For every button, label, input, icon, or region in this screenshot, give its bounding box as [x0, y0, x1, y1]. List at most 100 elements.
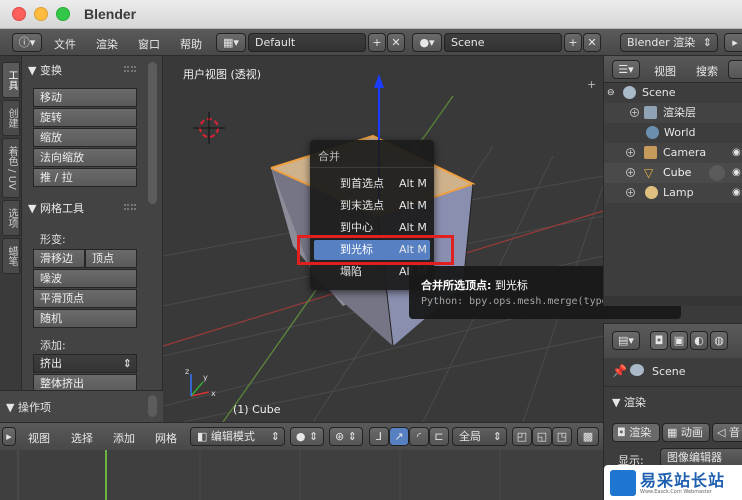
drag-handle-icon[interactable]	[124, 204, 136, 210]
eye-icon[interactable]: ◉	[732, 143, 741, 163]
vertex-select-button[interactable]: ◰	[512, 427, 532, 446]
screen-layout-button[interactable]: ▦▾	[216, 33, 246, 52]
tab-options[interactable]: 选项	[2, 200, 20, 236]
scale-manipulator-button[interactable]: ⊏	[429, 427, 449, 446]
close-window-button[interactable]	[12, 7, 26, 21]
tab-grease-pencil[interactable]: 蜡笔	[2, 238, 20, 274]
properties-editor-type-button[interactable]: ▤▾	[612, 331, 640, 350]
modifier-icon[interactable]	[709, 165, 725, 181]
scene-selector-button[interactable]: ●▾	[412, 33, 442, 52]
merge-at-first-item[interactable]: 到首选点 Alt M	[314, 174, 430, 194]
manipulator-toggle[interactable]: ⅃	[369, 427, 389, 446]
outliner-row-camera[interactable]: + Camera ◉	[604, 143, 742, 163]
menu-file[interactable]: 文件	[54, 36, 76, 52]
smooth-vertex-button[interactable]: 平滑顶点	[33, 289, 137, 308]
menu-view[interactable]: 视图	[28, 430, 50, 446]
pin-icon[interactable]: 📌	[612, 364, 627, 378]
shrink-fatten-button[interactable]: 法向缩放	[33, 148, 137, 167]
slide-vertex-button[interactable]: 顶点	[85, 249, 137, 268]
operator-panel-header[interactable]: ▼ 操作项	[6, 399, 51, 415]
shading-select[interactable]: ● ⇕	[290, 427, 324, 446]
outliner-row-lamp[interactable]: + Lamp ◉	[604, 183, 742, 203]
occlude-geometry-button[interactable]: ▩	[577, 427, 599, 446]
render-panel-header[interactable]: ▼ 渲染	[612, 394, 646, 410]
menu-item-label: 到首选点	[340, 177, 384, 190]
outliner-display-mode-button[interactable]	[728, 60, 742, 79]
menu-help[interactable]: 帮助	[180, 36, 202, 52]
noise-button[interactable]: 噪波	[33, 269, 137, 288]
timeline-area[interactable]	[0, 450, 603, 500]
rotate-manipulator-button[interactable]: ◜	[409, 427, 429, 446]
scene-field[interactable]: Scene	[444, 33, 562, 52]
menu-mesh[interactable]: 网格	[155, 430, 177, 446]
outliner-menu-view[interactable]: 视图	[654, 63, 676, 79]
drag-handle-icon[interactable]	[124, 66, 136, 72]
maximize-window-button[interactable]	[56, 7, 70, 21]
tab-create[interactable]: 创建	[2, 100, 20, 136]
expand-icon[interactable]: +	[626, 148, 635, 157]
push-pull-button[interactable]: 推 / 拉	[33, 168, 137, 187]
tool-shelf-scrollbar[interactable]	[148, 62, 157, 204]
outliner-scrollbar[interactable]	[604, 296, 742, 306]
z-manipulator-arrow-icon[interactable]	[374, 74, 384, 88]
outliner-editor-type-button[interactable]: ☰▾	[612, 60, 640, 79]
face-select-icon: ◳	[556, 430, 568, 443]
render-engine-select[interactable]: Blender 渲染 ⇕	[620, 33, 718, 52]
delete-scene-button[interactable]: ✕	[583, 33, 601, 52]
extrude-value: 挤出	[40, 357, 62, 370]
render-layers-context-button[interactable]: ▣	[670, 331, 688, 350]
menu-add[interactable]: 添加	[113, 430, 135, 446]
render-engine-label: Blender 渲染	[627, 36, 696, 49]
close-icon: ✕	[587, 36, 597, 49]
properties-icon: ▤▾	[618, 334, 634, 347]
world-context-button[interactable]: ◍	[710, 331, 728, 350]
face-select-button[interactable]: ◳	[552, 427, 572, 446]
mode-select[interactable]: ◧ 编辑模式 ⇕	[190, 427, 285, 446]
merge-at-last-item[interactable]: 到末选点 Alt M	[314, 196, 430, 216]
minimize-window-button[interactable]	[34, 7, 48, 21]
viewport-expand-icon[interactable]: +	[587, 78, 596, 91]
menu-render[interactable]: 渲染	[96, 36, 118, 52]
expand-icon[interactable]: +	[626, 168, 635, 177]
extrude-select[interactable]: 挤出 ⇕	[33, 354, 137, 373]
randomize-button[interactable]: 随机	[33, 309, 137, 328]
pivot-select[interactable]: ⊛ ⇕	[329, 427, 363, 446]
eye-icon[interactable]: ◉	[732, 183, 741, 203]
scene-context-button[interactable]: ◐	[690, 331, 708, 350]
more-button[interactable]: ▸	[724, 33, 742, 52]
editor-type-info-button[interactable]: ⓘ▾	[12, 33, 42, 52]
layout-field[interactable]: Default	[248, 33, 366, 52]
outliner-menu-search[interactable]: 搜索	[696, 63, 718, 79]
collapse-arrow-icon: ▼	[6, 401, 18, 414]
edge-select-button[interactable]: ◱	[532, 427, 552, 446]
operator-scrollbar[interactable]	[148, 395, 157, 417]
menu-select[interactable]: 选择	[71, 430, 93, 446]
animation-button[interactable]: ▦ 动画	[662, 423, 710, 442]
add-layout-button[interactable]: +	[368, 33, 386, 52]
render-context-button[interactable]: ◘	[650, 331, 668, 350]
expand-icon[interactable]: +	[630, 108, 639, 117]
transform-orientation-select[interactable]: 全局 ⇕	[452, 427, 507, 446]
expand-icon[interactable]: +	[626, 188, 635, 197]
outliner-row-render-layer[interactable]: + 渲染层	[604, 103, 742, 123]
translate-manipulator-button[interactable]: ↗	[389, 427, 409, 446]
outliner-row-scene[interactable]: ⊖ Scene	[604, 83, 742, 103]
transform-panel-header[interactable]: ▼ 变换	[28, 62, 62, 78]
move-button[interactable]: 移动	[33, 88, 137, 107]
audio-button[interactable]: ◁ 音	[712, 423, 742, 442]
outliner-row-world[interactable]: World	[604, 123, 742, 143]
eye-icon[interactable]: ◉	[732, 163, 741, 183]
editor-type-button[interactable]: ▸	[2, 427, 16, 446]
menu-window[interactable]: 窗口	[138, 36, 160, 52]
delete-layout-button[interactable]: ✕	[387, 33, 405, 52]
scale-button[interactable]: 缩放	[33, 128, 137, 147]
tab-shading-uv[interactable]: 着色 / UV	[2, 138, 20, 198]
close-icon: ✕	[391, 36, 401, 49]
render-button[interactable]: ◘ 渲染	[612, 423, 660, 442]
outliner-row-cube[interactable]: + ▽ Cube ◉	[604, 163, 742, 183]
mesh-tools-panel-header[interactable]: ▼ 网格工具	[28, 200, 84, 216]
add-scene-button[interactable]: +	[564, 33, 582, 52]
tab-tools[interactable]: 工具	[2, 62, 20, 98]
slide-edge-button[interactable]: 滑移边	[33, 249, 85, 268]
rotate-button[interactable]: 旋转	[33, 108, 137, 127]
